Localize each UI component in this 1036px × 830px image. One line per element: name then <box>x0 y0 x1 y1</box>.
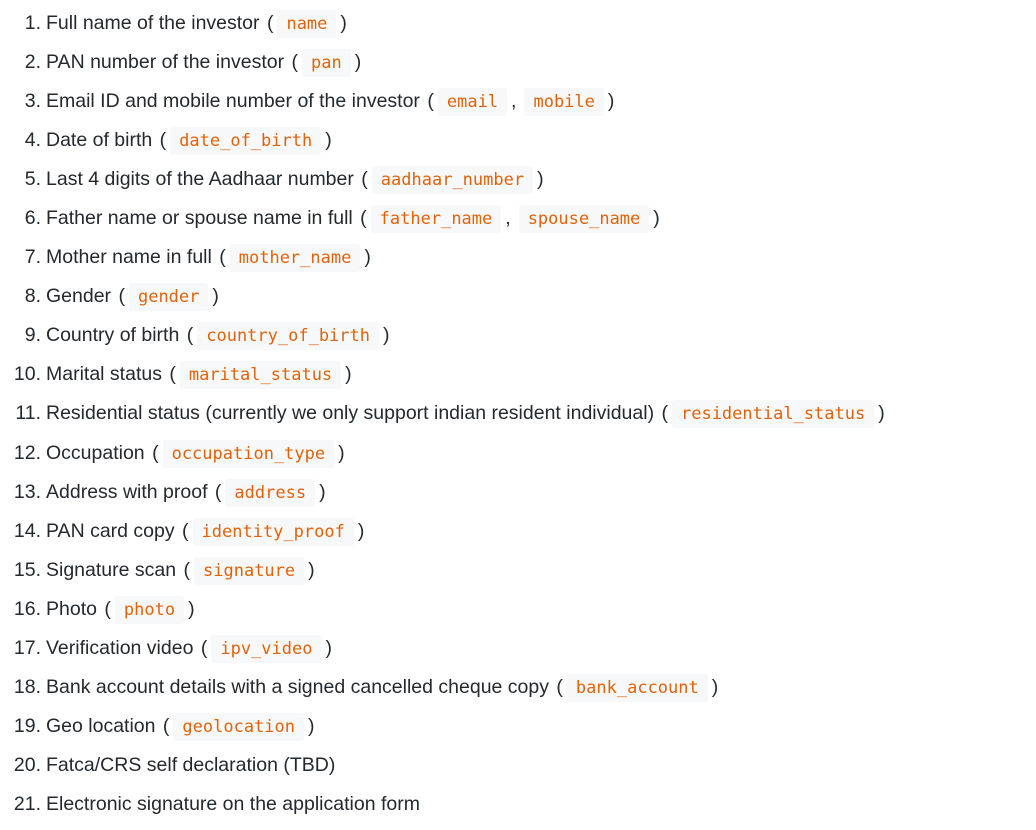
list-item: 5Last 4 digits of the Aadhaar number (aa… <box>0 160 1036 199</box>
field-code: signature <box>194 556 305 585</box>
item-text: Father name or spouse name in full <box>46 207 353 230</box>
item-text: Date of birth <box>46 129 153 152</box>
item-number: 17 <box>0 629 41 668</box>
field-code: name <box>277 10 337 38</box>
item-number: 2 <box>0 43 41 82</box>
field-code: occupation_type <box>162 439 335 468</box>
item-text: Photo <box>46 597 97 620</box>
list-item: 16Photo (photo) <box>0 590 1036 629</box>
item-number: 5 <box>0 160 41 199</box>
list-item: 10Marital status (marital_status) <box>0 355 1036 394</box>
item-number: 14 <box>0 512 41 551</box>
item-text: Occupation <box>46 441 145 464</box>
field-code: aadhaar_number <box>371 166 534 195</box>
field-code: date_of_birth <box>170 127 322 156</box>
item-text: Country of birth <box>46 324 180 347</box>
field-code: ipv_video <box>211 634 322 663</box>
list-item: 17Verification video (ipv_video) <box>0 629 1036 668</box>
list-item: 7Mother name in full (mother_name) <box>0 238 1036 277</box>
item-text: Last 4 digits of the Aadhaar number <box>46 168 354 191</box>
field-code: mobile <box>524 88 604 117</box>
field-code: residential_status <box>671 400 875 429</box>
list-item: 20Fatca/CRS self declaration (TBD) <box>0 746 1036 785</box>
item-number: 20 <box>0 746 41 785</box>
item-number: 6 <box>0 199 41 238</box>
list-item: 12Occupation (occupation_type) <box>0 434 1036 473</box>
list-item: 3Email ID and mobile number of the inves… <box>0 82 1036 121</box>
field-code: country_of_birth <box>197 322 379 351</box>
item-text: Signature scan <box>46 558 177 581</box>
item-number: 13 <box>0 473 41 512</box>
list-item: 21Electronic signature on the applicatio… <box>0 785 1036 824</box>
list-item: 9Country of birth (country_of_birth) <box>0 316 1036 355</box>
item-number: 18 <box>0 668 41 707</box>
field-code: geolocation <box>173 712 305 741</box>
item-text: PAN card copy <box>46 519 175 542</box>
item-text: Geo location <box>46 714 156 737</box>
field-code: mother_name <box>229 244 361 273</box>
field-code: email <box>437 88 508 117</box>
field-code: pan <box>302 49 351 78</box>
list-item: 2PAN number of the investor (pan) <box>0 43 1036 82</box>
field-code: spouse_name <box>518 205 650 234</box>
item-number: 8 <box>0 277 41 316</box>
item-number: 9 <box>0 316 41 355</box>
item-text: Address with proof <box>46 480 208 503</box>
field-code: bank_account <box>566 673 708 702</box>
list-item: 13Address with proof (address) <box>0 473 1036 512</box>
field-code: marital_status <box>179 361 342 390</box>
list-item: 19Geo location (geolocation) <box>0 707 1036 746</box>
item-number: 4 <box>0 121 41 160</box>
list-item: 14PAN card copy (identity_proof) <box>0 512 1036 551</box>
item-number: 1 <box>0 4 41 43</box>
item-text: Bank account details with a signed cance… <box>46 675 549 698</box>
item-text: Mother name in full <box>46 246 212 269</box>
list-item: 4Date of birth (date_of_birth) <box>0 121 1036 160</box>
requirements-list: 1Full name of the investor (name) 2PAN n… <box>0 0 1036 824</box>
item-number: 19 <box>0 707 41 746</box>
item-number: 16 <box>0 590 41 629</box>
item-text: Electronic signature on the application … <box>46 792 420 815</box>
list-item: 18Bank account details with a signed can… <box>0 668 1036 707</box>
list-item: 8Gender (gender) <box>0 277 1036 316</box>
item-number: 21 <box>0 785 41 824</box>
item-text: Fatca/CRS self declaration (TBD) <box>46 753 336 776</box>
field-code: gender <box>128 283 209 312</box>
item-number: 15 <box>0 551 41 590</box>
item-text: Full name of the investor <box>46 12 260 34</box>
field-code: photo <box>114 595 185 624</box>
list-item: 1Full name of the investor (name) <box>0 4 1036 43</box>
item-text: Residential status (currently we only su… <box>46 402 655 425</box>
item-number: 12 <box>0 434 41 473</box>
item-number: 7 <box>0 238 41 277</box>
field-code: identity_proof <box>192 517 354 546</box>
list-item: 11Residential status (currently we only … <box>0 394 1036 433</box>
item-text: Email ID and mobile number of the invest… <box>46 90 420 113</box>
item-number: 10 <box>0 355 41 394</box>
item-text: Gender <box>46 285 112 308</box>
item-number: 3 <box>0 82 41 121</box>
item-text: PAN number of the investor <box>46 51 285 74</box>
field-code: address <box>225 478 316 507</box>
list-item: 6Father name or spouse name in full (fat… <box>0 199 1036 238</box>
item-text: Marital status <box>46 363 162 386</box>
item-text: Verification video <box>46 636 194 659</box>
item-number: 11 <box>0 394 41 433</box>
list-item: 15Signature scan (signature) <box>0 551 1036 590</box>
field-code: father_name <box>370 205 502 234</box>
